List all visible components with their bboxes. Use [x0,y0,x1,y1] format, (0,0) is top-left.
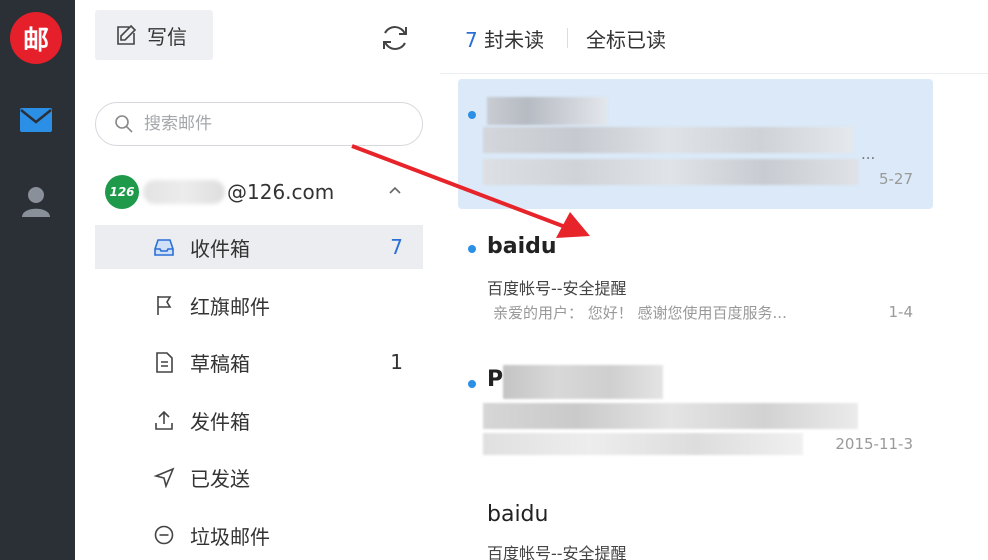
search-icon [115,115,133,133]
account-name-redacted [143,180,225,204]
folder-label: 红旗邮件 [190,294,270,319]
folder-item[interactable]: 红旗邮件 [95,283,423,327]
mail-sender: P [487,367,504,392]
folder-label: 草稿箱 [190,351,250,376]
mail-sender: baidu [487,502,549,527]
unread-dot [468,245,476,253]
mail-item[interactable]: P 2015-11-3 [458,355,933,465]
account-row[interactable]: 126 @126.com [105,172,423,212]
mail-sender: baidu [487,234,557,259]
mail-item[interactable]: baidu 百度帐号--安全提醒 [458,490,933,560]
flag-icon [157,296,172,315]
folder-item[interactable]: 垃圾邮件 [95,513,423,557]
spam-icon [154,525,174,545]
header-divider [567,28,568,48]
list-header: 7 封未读 全标已读 [440,0,988,74]
folder-label: 收件箱 [190,236,250,261]
mail-item[interactable]: baidu 百度帐号--安全提醒 亲爱的用户： 您好！ 感谢您使用百度服务...… [458,220,933,335]
draft-icon [156,352,173,373]
mail-icon[interactable] [19,106,53,134]
chevron-up-icon[interactable] [387,182,403,198]
outbox-icon [155,410,173,430]
app-rail: 邮 [0,0,75,560]
mark-all-read-button[interactable]: 全标已读 [586,24,666,53]
contact-icon[interactable] [20,185,52,219]
mail-date: 1-4 [888,303,914,321]
sent-icon [153,467,175,488]
folder-label: 垃圾邮件 [190,524,270,549]
redacted-sender [487,97,607,125]
redacted-subject [483,403,858,429]
redacted-preview [483,159,858,185]
redacted-sender [503,365,663,399]
refresh-icon[interactable] [379,22,411,54]
mail-list-panel: 7 封未读 全标已读 ... 5-27 baidu 百度帐号--安全提醒 亲爱的… [440,0,988,560]
mail-subject: 百度帐号--安全提醒 [487,279,627,298]
folder-label: 已发送 [190,466,250,491]
mail-logo[interactable]: 邮 [10,12,62,64]
folder-item[interactable]: 草稿箱 1 [95,340,423,384]
mail-item[interactable]: ... 5-27 [458,79,933,209]
redacted-subject [483,127,853,153]
search-input[interactable] [144,114,384,134]
folder-label: 发件箱 [190,409,250,434]
account-email: @126.com [227,180,335,204]
compose-label: 写信 [147,24,187,49]
compose-icon [117,24,137,45]
unread-count: 7 封未读 [465,28,545,52]
mail-subject: 百度帐号--安全提醒 [487,544,627,560]
mail-date: 5-27 [878,170,913,188]
folder-item[interactable]: 发件箱 [95,398,423,442]
account-badge: 126 [105,175,139,209]
search-box[interactable] [95,102,423,146]
mail-date: 2015-11-3 [835,435,913,453]
compose-button[interactable]: 写信 [95,10,213,60]
folder-count: 7 [390,235,403,259]
unread-dot [468,380,476,388]
folder-item[interactable]: 收件箱 7 [95,225,423,269]
folder-item[interactable]: 已发送 [95,455,423,499]
inbox-icon [154,239,174,256]
folder-count: 1 [390,350,403,374]
mail-preview: ... [861,145,876,163]
mail-preview: 亲爱的用户： 您好！ 感谢您使用百度服务... [493,304,787,322]
redacted-preview [483,433,803,455]
folder-panel: 写信 126 @126.com 收件箱 7 红旗邮件草稿箱 1 发件箱已发送垃圾邮件 [75,0,440,560]
unread-dot [468,111,476,119]
